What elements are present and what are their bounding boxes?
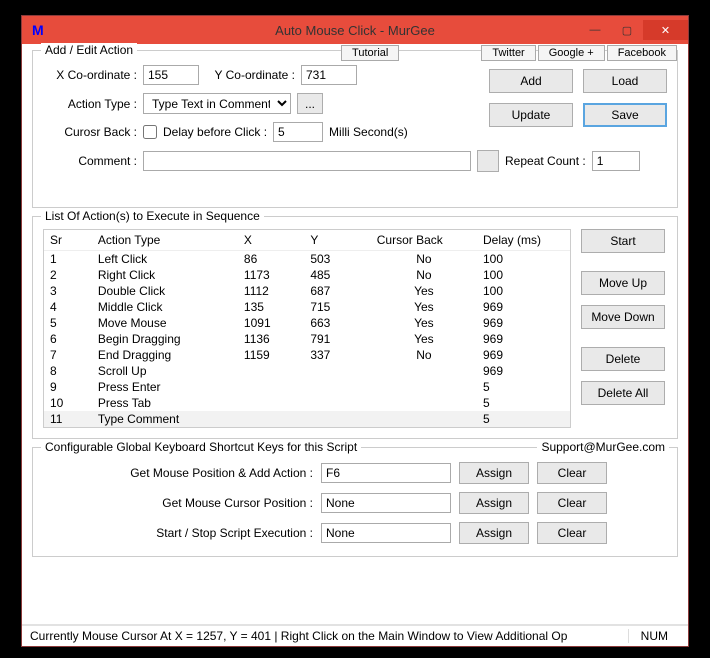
deleteall-button[interactable]: Delete All (581, 381, 665, 405)
table-row[interactable]: 8Scroll Up969 (44, 363, 570, 379)
xcoord-input[interactable] (143, 65, 199, 85)
list-fieldset: List Of Action(s) to Execute in Sequence… (32, 216, 678, 439)
tutorial-button[interactable]: Tutorial (341, 45, 399, 61)
top-links: Tutorial Twitter Google + Facebook (341, 45, 677, 61)
th-cursor-back[interactable]: Cursor Back (371, 230, 477, 251)
update-button[interactable]: Update (489, 103, 573, 127)
comment-input[interactable] (143, 151, 471, 171)
load-button[interactable]: Load (583, 69, 667, 93)
status-num: NUM (628, 629, 680, 643)
table-row[interactable]: 10Press Tab5 (44, 395, 570, 411)
table-row[interactable]: 1Left Click86503No100 (44, 251, 570, 268)
titlebar[interactable]: M Auto Mouse Click - MurGee — ▢ ✕ (22, 16, 688, 44)
list-side-buttons: Start Move Up Move Down Delete Delete Al… (581, 229, 667, 428)
shortcut1-assign-button[interactable]: Assign (459, 462, 529, 484)
th-delay[interactable]: Delay (ms) (477, 230, 570, 251)
delay-input[interactable] (273, 122, 323, 142)
comment-color-button[interactable] (477, 150, 499, 172)
table-row[interactable]: 7End Dragging1159337No969 (44, 347, 570, 363)
add-edit-legend: Add / Edit Action (41, 43, 137, 57)
shortcuts-fieldset: Configurable Global Keyboard Shortcut Ke… (32, 447, 678, 557)
action-table[interactable]: Sr Action Type X Y Cursor Back Delay (ms… (44, 230, 570, 427)
app-window: M Auto Mouse Click - MurGee — ▢ ✕ Add / … (21, 15, 689, 647)
table-row[interactable]: 11Type Comment5 (44, 411, 570, 427)
moveup-button[interactable]: Move Up (581, 271, 665, 295)
th-y[interactable]: Y (304, 230, 370, 251)
shortcut2-assign-button[interactable]: Assign (459, 492, 529, 514)
table-row[interactable]: 4Middle Click135715Yes969 (44, 299, 570, 315)
status-text: Currently Mouse Cursor At X = 1257, Y = … (30, 629, 628, 643)
repeat-label: Repeat Count : (505, 154, 586, 168)
close-button[interactable]: ✕ (643, 20, 688, 40)
ycoord-label: Y Co-ordinate : (205, 68, 295, 82)
shortcut3-clear-button[interactable]: Clear (537, 522, 607, 544)
cursor-back-checkbox[interactable] (143, 125, 157, 139)
shortcut3-input[interactable] (321, 523, 451, 543)
shortcut2-clear-button[interactable]: Clear (537, 492, 607, 514)
shortcut1-clear-button[interactable]: Clear (537, 462, 607, 484)
app-icon: M (32, 22, 48, 38)
cursor-back-label: Curosr Back : (43, 125, 137, 139)
table-row[interactable]: 5Move Mouse1091663Yes969 (44, 315, 570, 331)
list-legend: List Of Action(s) to Execute in Sequence (41, 209, 264, 223)
support-link[interactable]: Support@MurGee.com (537, 440, 669, 454)
twitter-button[interactable]: Twitter (481, 45, 535, 61)
action-table-container: Sr Action Type X Y Cursor Back Delay (ms… (43, 229, 571, 428)
shortcut2-input[interactable] (321, 493, 451, 513)
th-x[interactable]: X (238, 230, 304, 251)
table-row[interactable]: 9Press Enter5 (44, 379, 570, 395)
movedown-button[interactable]: Move Down (581, 305, 665, 329)
table-row[interactable]: 6Begin Dragging1136791Yes969 (44, 331, 570, 347)
add-edit-fieldset: Add / Edit Action Tutorial Twitter Googl… (32, 50, 678, 208)
start-button[interactable]: Start (581, 229, 665, 253)
xcoord-label: X Co-ordinate : (43, 68, 137, 82)
shortcut3-label: Start / Stop Script Execution : (83, 526, 313, 540)
content-area: Add / Edit Action Tutorial Twitter Googl… (22, 44, 688, 571)
delete-button[interactable]: Delete (581, 347, 665, 371)
shortcuts-legend: Configurable Global Keyboard Shortcut Ke… (41, 440, 361, 454)
delay-label: Delay before Click : (163, 125, 267, 139)
ellipsis-button[interactable]: ... (297, 93, 323, 114)
action-type-select[interactable]: Type Text in Comment (143, 93, 291, 114)
google-button[interactable]: Google + (538, 45, 605, 61)
shortcut2-label: Get Mouse Cursor Position : (83, 496, 313, 510)
status-bar: Currently Mouse Cursor At X = 1257, Y = … (22, 624, 688, 646)
shortcut1-input[interactable] (321, 463, 451, 483)
table-row[interactable]: 3Double Click1112687Yes100 (44, 283, 570, 299)
th-sr[interactable]: Sr (44, 230, 92, 251)
facebook-button[interactable]: Facebook (607, 45, 677, 61)
action-type-label: Action Type : (43, 97, 137, 111)
delay-unit-label: Milli Second(s) (329, 125, 408, 139)
minimize-button[interactable]: — (579, 20, 611, 40)
th-type[interactable]: Action Type (92, 230, 238, 251)
shortcut1-label: Get Mouse Position & Add Action : (83, 466, 313, 480)
table-row[interactable]: 2Right Click1173485No100 (44, 267, 570, 283)
shortcut3-assign-button[interactable]: Assign (459, 522, 529, 544)
repeat-input[interactable] (592, 151, 640, 171)
ycoord-input[interactable] (301, 65, 357, 85)
window-controls: — ▢ ✕ (579, 16, 688, 44)
save-button[interactable]: Save (583, 103, 667, 127)
maximize-button[interactable]: ▢ (611, 20, 643, 40)
form-left: X Co-ordinate : Y Co-ordinate : Action T… (43, 65, 473, 172)
add-button[interactable]: Add (489, 69, 573, 93)
comment-label: Comment : (43, 154, 137, 168)
